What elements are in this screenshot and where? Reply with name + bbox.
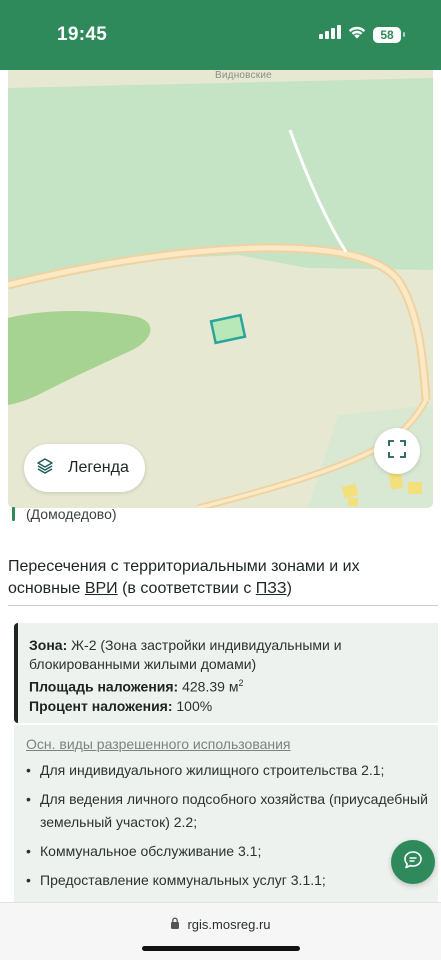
address-bar[interactable]: rgis.mosreg.ru: [0, 917, 441, 932]
permitted-uses-box: Осн. виды разрешенного использования Для…: [14, 725, 438, 905]
area-label: Площадь наложения:: [29, 678, 179, 695]
wifi-icon: [347, 25, 367, 44]
signal-icon: [319, 25, 341, 44]
area-value: 428.39 м: [178, 678, 239, 695]
percent-row: Процент наложения: 100%: [29, 697, 438, 716]
percent-label: Процент наложения:: [29, 697, 173, 714]
vri-link[interactable]: ВРИ: [85, 580, 118, 597]
list-item: Для индивидуального жилищного строительс…: [26, 759, 438, 782]
map-view[interactable]: Видновские Легенда: [8, 70, 433, 508]
section-divider: [8, 605, 438, 606]
section-title-part2: (в соответствии с: [117, 580, 256, 597]
section-title-part3: ): [286, 580, 292, 597]
location-line: (Домодедово): [12, 505, 117, 523]
map-background: [8, 70, 433, 508]
zone-label: Зона:: [29, 637, 68, 653]
chat-button[interactable]: [391, 840, 435, 884]
fullscreen-button[interactable]: [374, 428, 420, 474]
status-time: 19:45: [57, 24, 108, 45]
status-icons: 58: [319, 25, 405, 44]
fullscreen-icon: [388, 439, 406, 463]
area-row: Площадь наложения: 428.39 м2: [29, 674, 438, 697]
lock-icon: [170, 917, 180, 932]
status-bar: 19:45 58: [0, 0, 441, 70]
zone-value: Ж-2 (Зона застройки индивидуальными и бл…: [29, 637, 342, 672]
permitted-uses-list: Для индивидуального жилищного строительс…: [26, 759, 438, 892]
browser-bottom-bar: rgis.mosreg.ru: [0, 902, 441, 960]
list-item: Для ведения личного подсобного хозяйства…: [26, 788, 438, 834]
location-text: (Домодедово): [26, 506, 117, 522]
list-item: Коммунальное обслуживание 3.1;: [26, 840, 438, 863]
zone-row: Зона: Ж-2 (Зона застройки индивидуальным…: [29, 636, 438, 674]
legend-label: Легенда: [68, 459, 129, 476]
url-text: rgis.mosreg.ru: [187, 917, 271, 932]
home-indicator[interactable]: [142, 946, 300, 951]
section-title: Пересечения с территориальными зонами и …: [8, 556, 433, 600]
pzz-link[interactable]: ПЗЗ: [256, 580, 287, 597]
permitted-uses-title[interactable]: Осн. виды разрешенного использования: [26, 735, 438, 753]
battery-icon: 58: [373, 26, 405, 43]
zone-card: Зона: Ж-2 (Зона застройки индивидуальным…: [14, 623, 438, 723]
area-unit-sup: 2: [238, 678, 244, 688]
chat-icon: [403, 850, 423, 875]
map-place-label: Видновские: [215, 70, 272, 81]
list-item: Предоставление коммунальных услуг 3.1.1;: [26, 869, 438, 892]
location-marker: [12, 507, 15, 521]
layers-icon: [36, 457, 54, 480]
percent-value: 100%: [172, 697, 213, 714]
legend-button[interactable]: Легенда: [24, 444, 145, 492]
